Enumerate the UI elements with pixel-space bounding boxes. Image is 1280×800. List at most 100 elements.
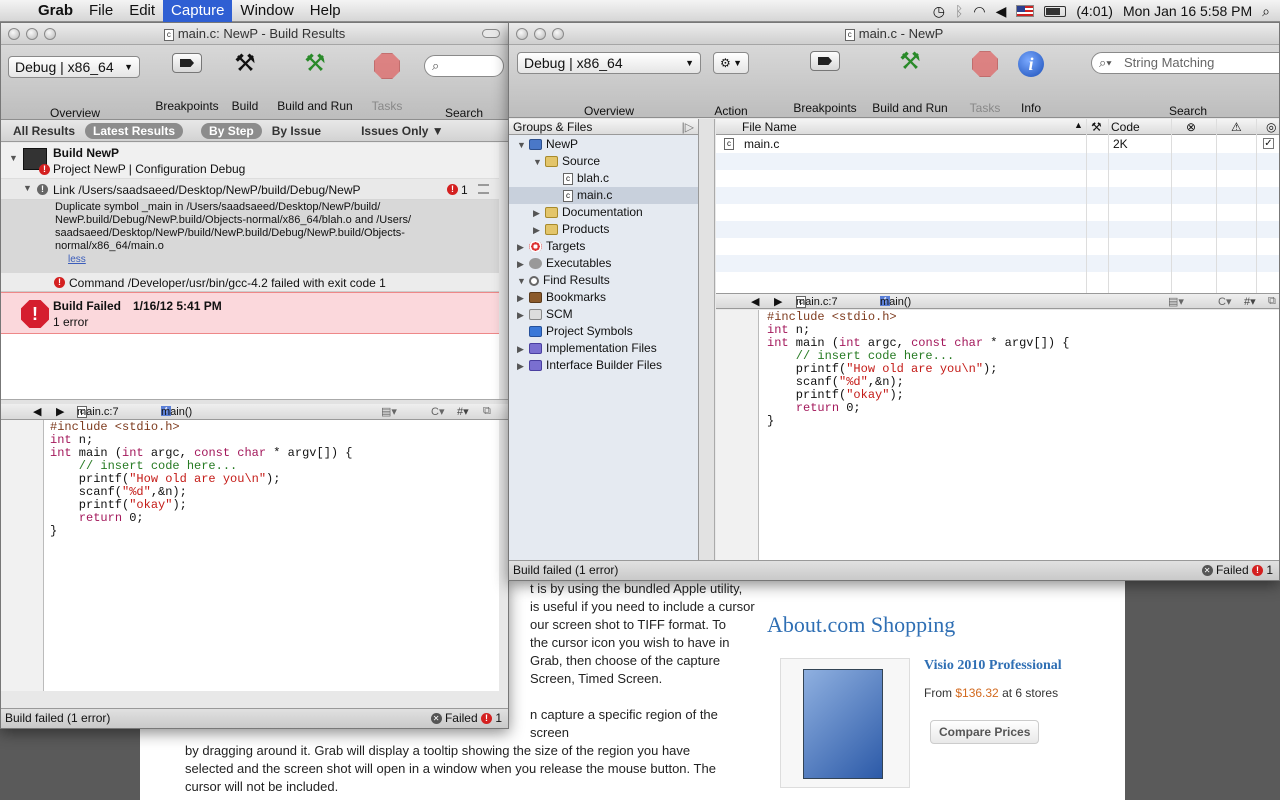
build-failed-row[interactable]: ! Build Failed 1/16/12 5:41 PM 1 error (1, 292, 499, 334)
product-name-link[interactable]: Visio 2010 Professional (924, 658, 1062, 674)
breakpoints-button[interactable]: Breakpoints (151, 53, 223, 113)
sidebar-resize-icon[interactable]: |▷ (682, 119, 694, 135)
warnings-column-icon[interactable]: ⚠ (1231, 120, 1242, 134)
counterpart-popup-icon[interactable]: C▾ (1218, 295, 1231, 308)
by-issue-button[interactable]: By Issue (266, 123, 327, 139)
tasks-button[interactable]: Tasks (963, 51, 1007, 115)
disclosure-triangle-icon[interactable]: ▶ (517, 307, 529, 324)
sort-ascending-icon[interactable]: ▲ (1074, 120, 1083, 130)
tree-item-bookmarks[interactable]: ▶ Bookmarks (517, 289, 606, 306)
battery-icon[interactable] (1044, 5, 1067, 17)
all-results-button[interactable]: All Results (7, 123, 81, 139)
symbol-popup[interactable]: fmain() ⇕ (161, 405, 192, 418)
disclosure-triangle-icon[interactable]: ▼ (23, 183, 35, 193)
column-code[interactable]: Code (1111, 120, 1140, 134)
window-titlebar[interactable]: c main.c - NewP (509, 23, 1279, 45)
minimize-button[interactable] (534, 28, 546, 40)
menu-capture[interactable]: Capture (163, 0, 233, 22)
command-failed-row[interactable]: ! Command /Developer/usr/bin/gcc-4.2 fai… (1, 273, 499, 292)
disclosure-triangle-icon[interactable]: ▼ (533, 154, 545, 171)
build-and-run-button[interactable]: ⚒ Build and Run (867, 47, 953, 115)
window-titlebar[interactable]: c main.c: NewP - Build Results (1, 23, 508, 45)
action-item[interactable]: Action (707, 100, 755, 118)
symbol-popup[interactable]: fmain() ⇕ (880, 295, 911, 308)
tree-item-source[interactable]: ▼ Source (533, 153, 600, 170)
overview-item[interactable]: Overview (31, 102, 119, 120)
shopping-heading[interactable]: About.com Shopping (767, 612, 955, 638)
file-popup[interactable]: cmain.c:7 ⇕ (796, 295, 838, 308)
split-editor-icon[interactable]: ⧉ (1268, 295, 1276, 308)
link-step-row[interactable]: ▼ ! Link /Users/saadsaeed/Desktop/NewP/b… (1, 179, 499, 200)
tree-item-find-results[interactable]: ▼ Find Results (517, 272, 610, 289)
vertical-splitter[interactable] (699, 119, 715, 562)
disclosure-triangle-icon[interactable]: ▶ (533, 222, 545, 239)
disclosure-triangle-icon[interactable]: ▶ (517, 358, 529, 375)
wifi-icon[interactable]: ◠ (973, 3, 985, 20)
tree-item-products[interactable]: ▶ Products (533, 221, 609, 238)
forward-arrow-icon[interactable]: ▶ (774, 295, 782, 308)
bookmarks-popup-icon[interactable]: ▤▾ (1168, 295, 1184, 308)
disclosure-triangle-icon[interactable]: ▶ (517, 239, 529, 256)
issues-only-popup[interactable]: Issues Only ▼ (355, 123, 450, 139)
config-popup[interactable]: Debug | x86_64 ▼ (517, 52, 701, 74)
disclosure-triangle-icon[interactable]: ▼ (517, 273, 529, 290)
menu-app-grab[interactable]: Grab (30, 0, 81, 22)
zoom-button[interactable] (552, 28, 564, 40)
latest-results-button[interactable]: Latest Results (85, 122, 184, 139)
back-arrow-icon[interactable]: ◀ (33, 405, 41, 418)
code-editor[interactable]: #include <stdio.h> int n; int main (int ar… (716, 310, 1279, 562)
product-image-box[interactable] (780, 658, 910, 788)
tree-item-implementation-files[interactable]: ▶ Implementation Files (517, 340, 657, 357)
source-code[interactable]: #include <stdio.h> int n; int main (int ar… (50, 421, 353, 538)
includes-popup-icon[interactable]: #▾ (457, 405, 469, 418)
menu-edit[interactable]: Edit (121, 0, 163, 22)
zoom-button[interactable] (44, 28, 56, 40)
toolbar-toggle-button[interactable] (482, 29, 500, 38)
volume-icon[interactable]: ◀ (996, 3, 1007, 20)
menu-window[interactable]: Window (232, 0, 301, 22)
disclosure-triangle-icon[interactable]: ▼ (9, 153, 21, 163)
tree-item-blah-c[interactable]: c blah.c (563, 170, 609, 187)
duplicate-symbol-row[interactable]: Duplicate symbol _main in /Users/saadsae… (1, 200, 499, 273)
disclosure-triangle-icon[interactable]: ▼ (517, 137, 529, 154)
counterpart-popup-icon[interactable]: C▾ (431, 405, 444, 418)
action-popup[interactable]: ⚙ ▼ (713, 52, 749, 74)
breakpoints-button[interactable]: Breakpoints (789, 51, 861, 115)
tree-item-project-symbols[interactable]: Project Symbols (529, 323, 633, 340)
build-column-icon[interactable]: ⚒ (1091, 120, 1102, 134)
bookmarks-popup-icon[interactable]: ▤▾ (381, 405, 397, 418)
forward-arrow-icon[interactable]: ▶ (56, 405, 64, 418)
tree-item-documentation[interactable]: ▶ Documentation (533, 204, 643, 221)
tree-item-main-c[interactable]: c main.c (563, 187, 612, 204)
status-failed[interactable]: ✕ Failed ! 1 (430, 709, 502, 728)
build-step-row[interactable]: ▼ ! Build NewP Project NewP | Configurat… (1, 143, 499, 179)
table-row[interactable]: c main.c 2K ✓ (716, 136, 1279, 153)
tree-item-targets[interactable]: ▶ Targets (517, 238, 585, 255)
column-file-name[interactable]: File Name (742, 120, 797, 134)
includes-popup-icon[interactable]: #▾ (1244, 295, 1256, 308)
build-button[interactable]: ⚒ Build (226, 49, 264, 113)
status-failed[interactable]: ✕ Failed ! 1 (1201, 561, 1273, 580)
split-editor-icon[interactable]: ⧉ (483, 405, 491, 418)
config-popup[interactable]: Debug | x86_64 ▼ (8, 56, 140, 78)
overview-item[interactable]: Overview (565, 100, 653, 118)
disclosure-triangle-icon[interactable]: ▶ (533, 205, 545, 222)
tree-item-scm[interactable]: ▶ SCM (517, 306, 573, 323)
build-and-run-button[interactable]: ⚒ Build and Run (272, 49, 358, 113)
tasks-button[interactable]: Tasks (366, 53, 408, 113)
disclosure-triangle-icon[interactable]: ▶ (517, 290, 529, 307)
input-flag-icon[interactable] (1016, 5, 1035, 17)
by-step-button[interactable]: By Step (201, 122, 262, 139)
row-target-checkbox[interactable]: ✓ (1263, 138, 1274, 149)
target-column-icon[interactable]: ◎ (1266, 120, 1276, 134)
search-field[interactable]: ⌕ (424, 55, 504, 77)
code-editor[interactable]: #include <stdio.h> int n; int main (int ar… (1, 420, 499, 691)
menu-help[interactable]: Help (302, 0, 349, 22)
bluetooth-icon[interactable]: ᛒ (955, 3, 963, 19)
menu-file[interactable]: File (81, 0, 121, 22)
less-link[interactable]: less (55, 253, 411, 266)
editor-gutter[interactable] (1, 420, 44, 691)
compare-prices-button[interactable]: Compare Prices (930, 720, 1040, 744)
close-button[interactable] (516, 28, 528, 40)
disclosure-triangle-icon[interactable]: ▶ (517, 256, 529, 273)
